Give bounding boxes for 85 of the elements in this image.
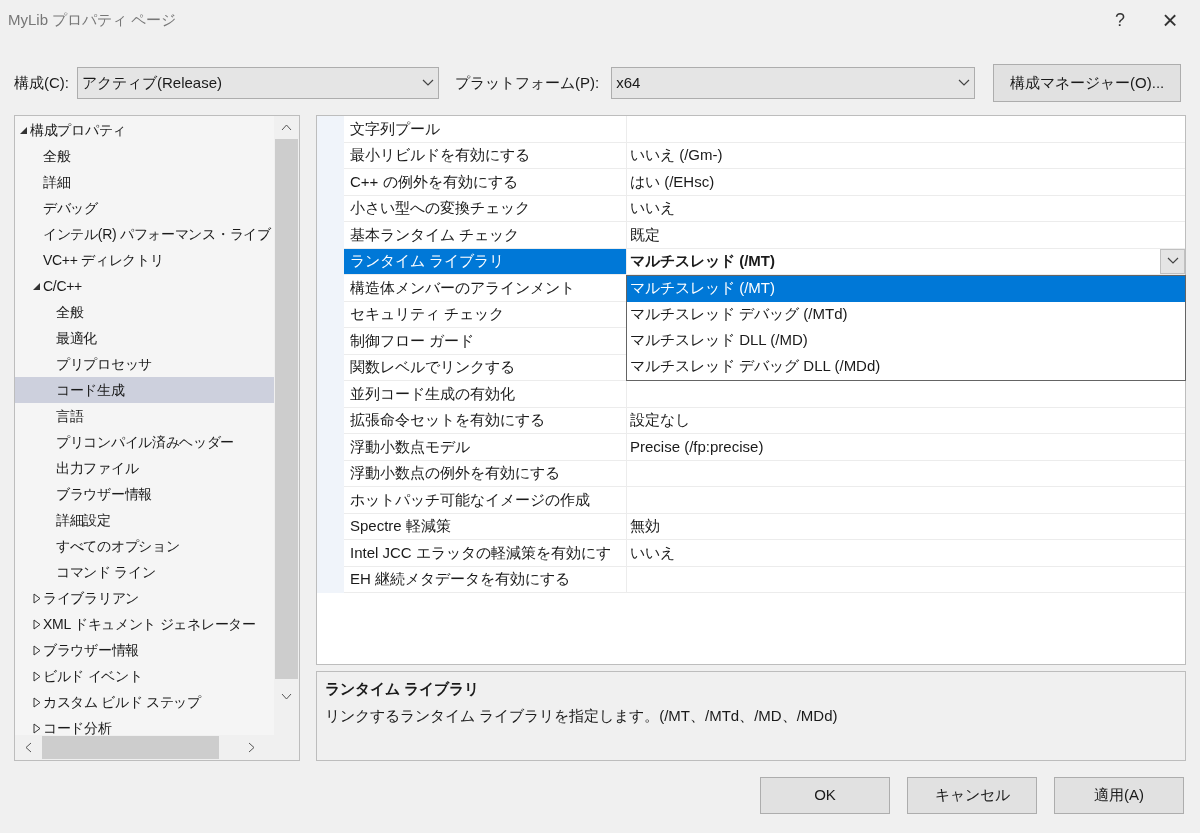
expanded-triangle-icon[interactable] (19, 125, 28, 135)
config-manager-button[interactable]: 構成マネージャー(O)... (993, 64, 1182, 102)
tree-item[interactable]: 詳細設定 (15, 507, 274, 533)
collapsed-triangle-icon[interactable] (32, 592, 41, 604)
property-value[interactable]: 無効 (627, 515, 1185, 538)
property-name[interactable]: セキュリティ チェック (344, 301, 626, 327)
tree-item[interactable]: インテル(R) パフォーマンス・ライブ (15, 221, 274, 247)
collapsed-triangle-icon[interactable] (32, 618, 41, 630)
dropdown-option[interactable]: マルチスレッド デバッグ DLL (/MDd) (627, 353, 1185, 380)
property-name[interactable]: 基本ランタイム チェック (344, 222, 626, 248)
platform-label: プラットフォーム(P): (455, 72, 600, 93)
caret-icon (422, 79, 434, 87)
property-name[interactable]: 並列コード生成の有効化 (344, 381, 626, 407)
caret-icon (1166, 257, 1179, 266)
tree-item[interactable]: すべてのオプション (15, 533, 274, 559)
tree-item[interactable]: デバッグ (15, 195, 274, 221)
tree-item[interactable]: ライブラリアン (15, 585, 274, 611)
caret-icon (958, 79, 971, 87)
scroll-right-icon[interactable] (248, 742, 255, 753)
collapsed-triangle-icon[interactable] (32, 670, 41, 682)
property-name[interactable]: ホットパッチ可能なイメージの作成 (344, 487, 626, 513)
property-value[interactable]: マルチスレッド (/MT) (627, 250, 1160, 273)
collapsed-triangle-icon[interactable] (32, 696, 41, 708)
help-button[interactable]: ? (1100, 6, 1140, 34)
tree-item[interactable]: コード分析 (15, 715, 274, 735)
dropdown-option[interactable]: マルチスレッド (/MT) (627, 275, 1185, 302)
dialog-button[interactable]: キャンセル (907, 777, 1037, 814)
platform-dropdown[interactable]: x64 (611, 67, 976, 99)
tree-item[interactable]: 詳細 (15, 169, 274, 195)
dropdown-option[interactable]: マルチスレッド デバッグ (/MTd) (627, 301, 1185, 328)
dialog-button[interactable]: OK (760, 777, 890, 814)
property-value[interactable]: いいえ (627, 541, 1185, 564)
property-value[interactable]: 設定なし (627, 409, 1185, 432)
property-name[interactable]: Spectre 軽減策 (344, 513, 626, 539)
property-name[interactable]: 構造体メンバーのアラインメント (344, 275, 626, 301)
tree-item[interactable]: 出力ファイル (15, 455, 274, 481)
tree-item[interactable]: ブラウザー情報 (15, 481, 274, 507)
property-value[interactable]: いいえ (/Gm-) (627, 144, 1185, 167)
tree-item[interactable]: VC++ ディレクトリ (15, 247, 274, 273)
tree-item[interactable]: 全般 (15, 143, 274, 169)
window-title: MyLib プロパティ ページ (8, 9, 178, 30)
property-name[interactable]: 拡張命令セットを有効にする (344, 407, 626, 433)
scroll-down-icon[interactable] (281, 693, 292, 700)
dropdown-option[interactable]: マルチスレッド DLL (/MD) (627, 327, 1185, 354)
property-name[interactable]: EH 継続メタデータを有効にする (344, 566, 626, 592)
property-name[interactable]: 浮動小数点の例外を有効にする (344, 460, 626, 486)
vertical-scrollbar[interactable] (274, 116, 299, 735)
tree-item[interactable]: コマンド ライン (15, 559, 274, 585)
collapsed-triangle-icon[interactable] (32, 644, 41, 656)
tree-item[interactable]: ビルド イベント (15, 663, 274, 689)
horizontal-scrollbar[interactable] (15, 735, 299, 760)
property-value[interactable]: 既定 (627, 223, 1185, 246)
property-name[interactable]: C++ の例外を有効にする (344, 169, 626, 195)
tree-item[interactable]: 全般 (15, 299, 274, 325)
property-value[interactable]: いいえ (627, 197, 1185, 220)
property-name[interactable]: Intel JCC エラッタの軽減策を有効にす (344, 540, 626, 566)
scroll-left-icon[interactable] (25, 742, 32, 753)
scroll-up-icon[interactable] (281, 124, 292, 131)
property-name[interactable]: 文字列プール (344, 116, 626, 142)
property-value[interactable]: Precise (/fp:precise) (627, 435, 1185, 458)
property-name[interactable]: 関数レベルでリンクする (344, 354, 626, 380)
tree-item[interactable]: プリプロセッサ (15, 351, 274, 377)
property-name[interactable]: 最小リビルドを有効にする (344, 142, 626, 168)
property-name[interactable]: 小さい型への変換チェック (344, 195, 626, 221)
property-name[interactable]: 浮動小数点モデル (344, 434, 626, 460)
property-value[interactable]: はい (/EHsc) (627, 170, 1185, 193)
tree-item[interactable]: カスタム ビルド ステップ (15, 689, 274, 715)
tree-item[interactable]: 言語 (15, 403, 274, 429)
dialog-button[interactable]: 適用(A) (1054, 777, 1184, 814)
tree-item[interactable]: プリコンパイル済みヘッダー (15, 429, 274, 455)
property-name[interactable]: 制御フロー ガード (344, 328, 626, 354)
expanded-triangle-icon[interactable] (32, 281, 41, 291)
tree-item[interactable]: ブラウザー情報 (15, 637, 274, 663)
config-dropdown[interactable]: アクティブ(Release) (77, 67, 439, 99)
close-button[interactable]: × (1140, 0, 1200, 40)
tree-item[interactable]: 構成プロパティ (15, 117, 274, 143)
tree-item[interactable]: 最適化 (15, 325, 274, 351)
tree-item[interactable]: コード生成 (15, 377, 274, 403)
tree-item[interactable]: XML ドキュメント ジェネレーター (15, 611, 274, 637)
description-title: ランタイム ライブラリ (325, 679, 481, 699)
config-label: 構成(C): (14, 72, 69, 93)
collapsed-triangle-icon[interactable] (32, 722, 41, 734)
description-text: リンクするランタイム ライブラリを指定します。(/MT、/MTd、/MD、/MDd) (325, 705, 839, 726)
property-name[interactable]: ランタイム ライブラリ (344, 248, 626, 274)
tree-item[interactable]: C/C++ (15, 273, 274, 299)
